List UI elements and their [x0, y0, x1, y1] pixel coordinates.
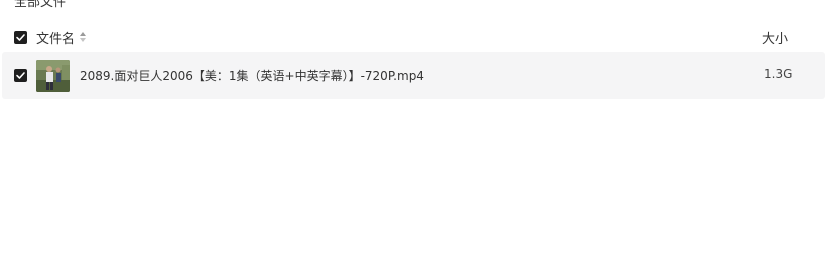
file-name[interactable]: 2089.面对巨人2006【美：1集（英语+中英字幕）】-720P.mp4	[80, 67, 424, 84]
file-size: 1.3G	[764, 67, 793, 81]
sort-icon[interactable]	[79, 30, 87, 44]
file-row[interactable]: 2089.面对巨人2006【美：1集（英语+中英字幕）】-720P.mp4 1.…	[2, 52, 825, 99]
column-header-size[interactable]: 大小	[762, 28, 788, 47]
checkmark-icon	[16, 72, 25, 79]
file-list-header: 文件名 大小	[0, 22, 825, 52]
breadcrumb[interactable]: 全部文件	[14, 0, 66, 10]
file-row-checkbox[interactable]	[14, 69, 27, 82]
select-all-checkbox[interactable]	[14, 31, 27, 44]
video-thumbnail[interactable]	[36, 60, 70, 92]
file-list-view: 全部文件 文件名 大小 2089.面对巨人2006【美：1集（英语+中英字幕）】…	[0, 0, 825, 255]
column-header-name[interactable]: 文件名	[36, 28, 75, 47]
checkmark-icon	[16, 34, 25, 41]
